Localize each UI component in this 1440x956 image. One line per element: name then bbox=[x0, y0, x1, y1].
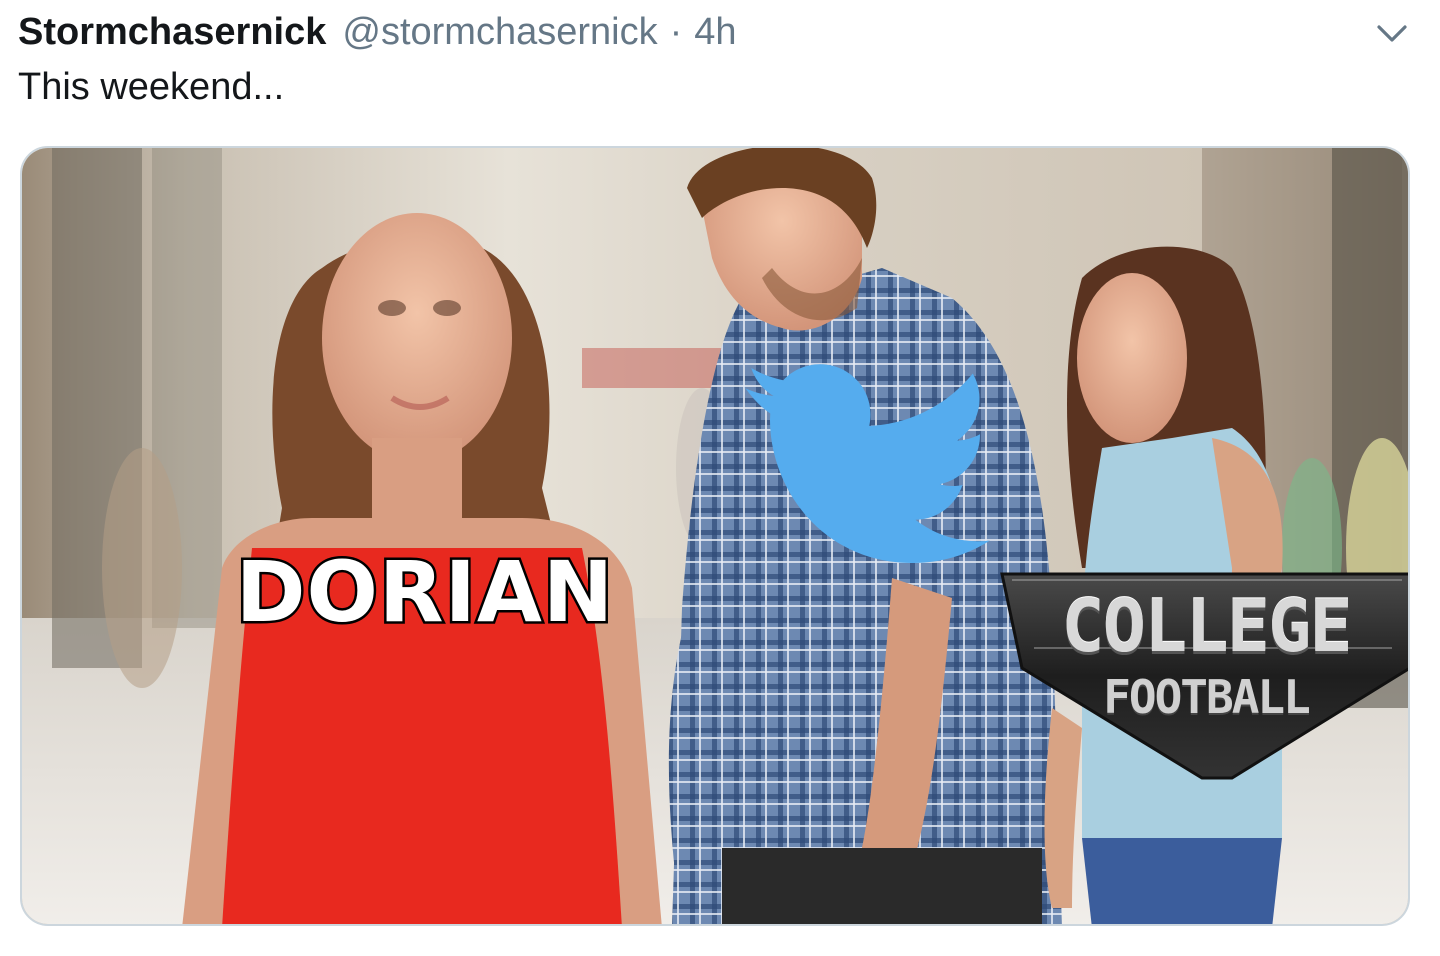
chevron-down-icon[interactable] bbox=[1374, 16, 1410, 52]
dorian-label: DORIAN bbox=[233, 541, 615, 644]
football-text: FOOTBALL bbox=[1103, 670, 1311, 724]
user-handle[interactable]: @stormchasernick bbox=[342, 11, 657, 54]
tweet: Stormchasernick @stormchasernick · 4h Th… bbox=[0, 0, 1440, 956]
meme-image bbox=[22, 148, 1408, 924]
display-name[interactable]: Stormchasernick bbox=[18, 11, 326, 54]
college-text: COLLEGE bbox=[1061, 584, 1352, 668]
tweet-image[interactable]: DORIAN COLLEGE FOOTBALL bbox=[20, 146, 1410, 926]
timestamp[interactable]: 4h bbox=[694, 11, 736, 54]
tweet-text: This weekend... bbox=[18, 66, 285, 108]
separator-dot: · bbox=[669, 10, 683, 53]
tweet-header: Stormchasernick @stormchasernick · 4h bbox=[18, 8, 737, 56]
college-football-label: COLLEGE FOOTBALL bbox=[1000, 572, 1408, 782]
